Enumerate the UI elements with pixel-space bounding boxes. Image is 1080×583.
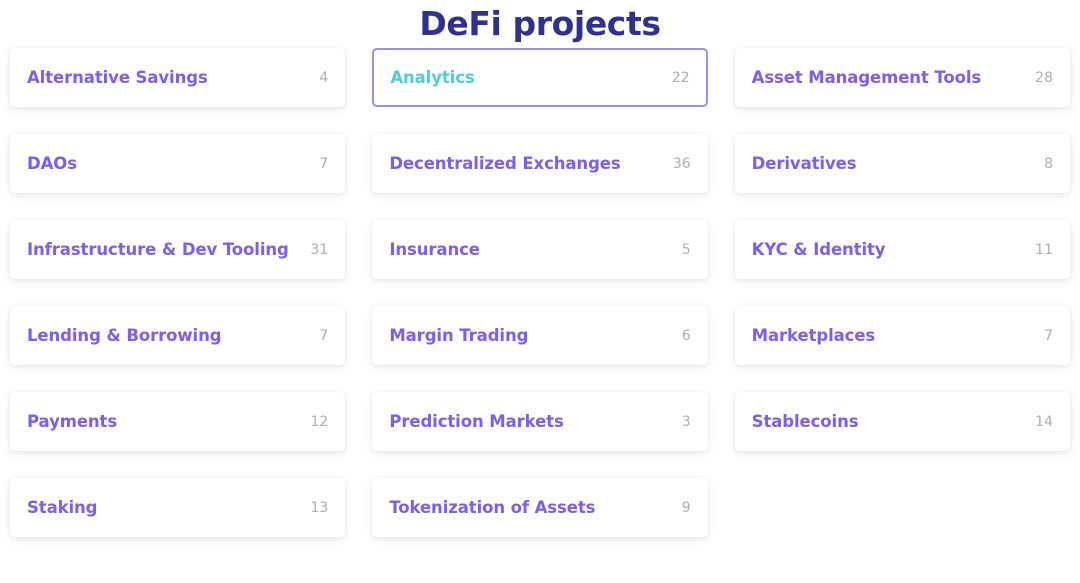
- category-card-label: Derivatives: [751, 154, 857, 173]
- category-card-count: 7: [319, 327, 329, 344]
- category-card[interactable]: Prediction Markets 3: [372, 392, 708, 451]
- category-card-count: 36: [672, 155, 691, 172]
- category-card-label: Decentralized Exchanges: [389, 154, 621, 173]
- category-card-label: Marketplaces: [751, 326, 876, 345]
- defi-projects-page: DeFi projects Alternative Savings 4 Analyt…: [0, 0, 1080, 583]
- category-card-label: Lending & Borrowing: [27, 326, 222, 345]
- category-card[interactable]: KYC & Identity 11: [734, 220, 1070, 279]
- category-card-count: 7: [1044, 327, 1053, 344]
- category-card[interactable]: Infrastructure & Dev Tooling 31: [10, 220, 346, 279]
- category-card[interactable]: Margin Trading 6: [372, 306, 708, 365]
- category-card[interactable]: Staking 13: [10, 478, 346, 537]
- category-card-grid: Alternative Savings 4 Analytics 22 Asset Man…: [0, 48, 1080, 537]
- category-card-label: Tokenization of Assets: [389, 498, 596, 517]
- category-card-count: 8: [1044, 155, 1053, 172]
- category-card-count: 28: [1035, 69, 1053, 86]
- category-card-label: Insurance: [389, 240, 480, 259]
- category-card[interactable]: Marketplaces 7: [734, 306, 1070, 365]
- category-card-label: Payments: [27, 412, 118, 431]
- category-card-count: 14: [1035, 413, 1053, 430]
- category-card[interactable]: Derivatives 8: [734, 134, 1070, 193]
- category-card[interactable]: Asset Management Tools 28: [734, 48, 1070, 107]
- category-card-count: 22: [671, 69, 690, 86]
- page-title: DeFi projects: [419, 4, 661, 43]
- category-card-label: Margin Trading: [389, 326, 529, 345]
- category-card-count: 31: [310, 241, 329, 258]
- category-card-count: 6: [681, 327, 691, 344]
- category-card[interactable]: Payments 12: [10, 392, 346, 451]
- category-card-label: Staking: [27, 498, 98, 517]
- category-card[interactable]: Alternative Savings 4: [10, 48, 346, 107]
- category-card-count: 3: [681, 413, 691, 430]
- category-card-label: KYC & Identity: [751, 240, 886, 259]
- category-card-count: 5: [681, 241, 691, 258]
- category-card-count: 7: [319, 155, 329, 172]
- category-card[interactable]: Insurance 5: [372, 220, 708, 279]
- category-card-label: Infrastructure & Dev Tooling: [27, 240, 289, 259]
- category-card-label: Alternative Savings: [27, 68, 208, 87]
- category-card-count: 12: [310, 413, 329, 430]
- category-card-count: 9: [681, 499, 691, 516]
- category-card-label: Asset Management Tools: [751, 68, 982, 87]
- category-card[interactable]: Stablecoins 14: [734, 392, 1070, 451]
- category-card[interactable]: Tokenization of Assets 9: [372, 478, 708, 537]
- category-card-label: Stablecoins: [751, 412, 859, 431]
- category-card[interactable]: Analytics 22: [372, 48, 708, 107]
- category-card-label: Prediction Markets: [389, 412, 564, 431]
- category-card-count: 4: [319, 69, 329, 86]
- category-card[interactable]: DAOs 7: [10, 134, 346, 193]
- category-card-label: Analytics: [390, 68, 475, 87]
- category-card[interactable]: Decentralized Exchanges 36: [372, 134, 708, 193]
- category-card-label: DAOs: [27, 154, 77, 173]
- category-card-count: 11: [1035, 241, 1053, 258]
- category-card[interactable]: Lending & Borrowing 7: [10, 306, 346, 365]
- category-card-count: 13: [310, 499, 329, 516]
